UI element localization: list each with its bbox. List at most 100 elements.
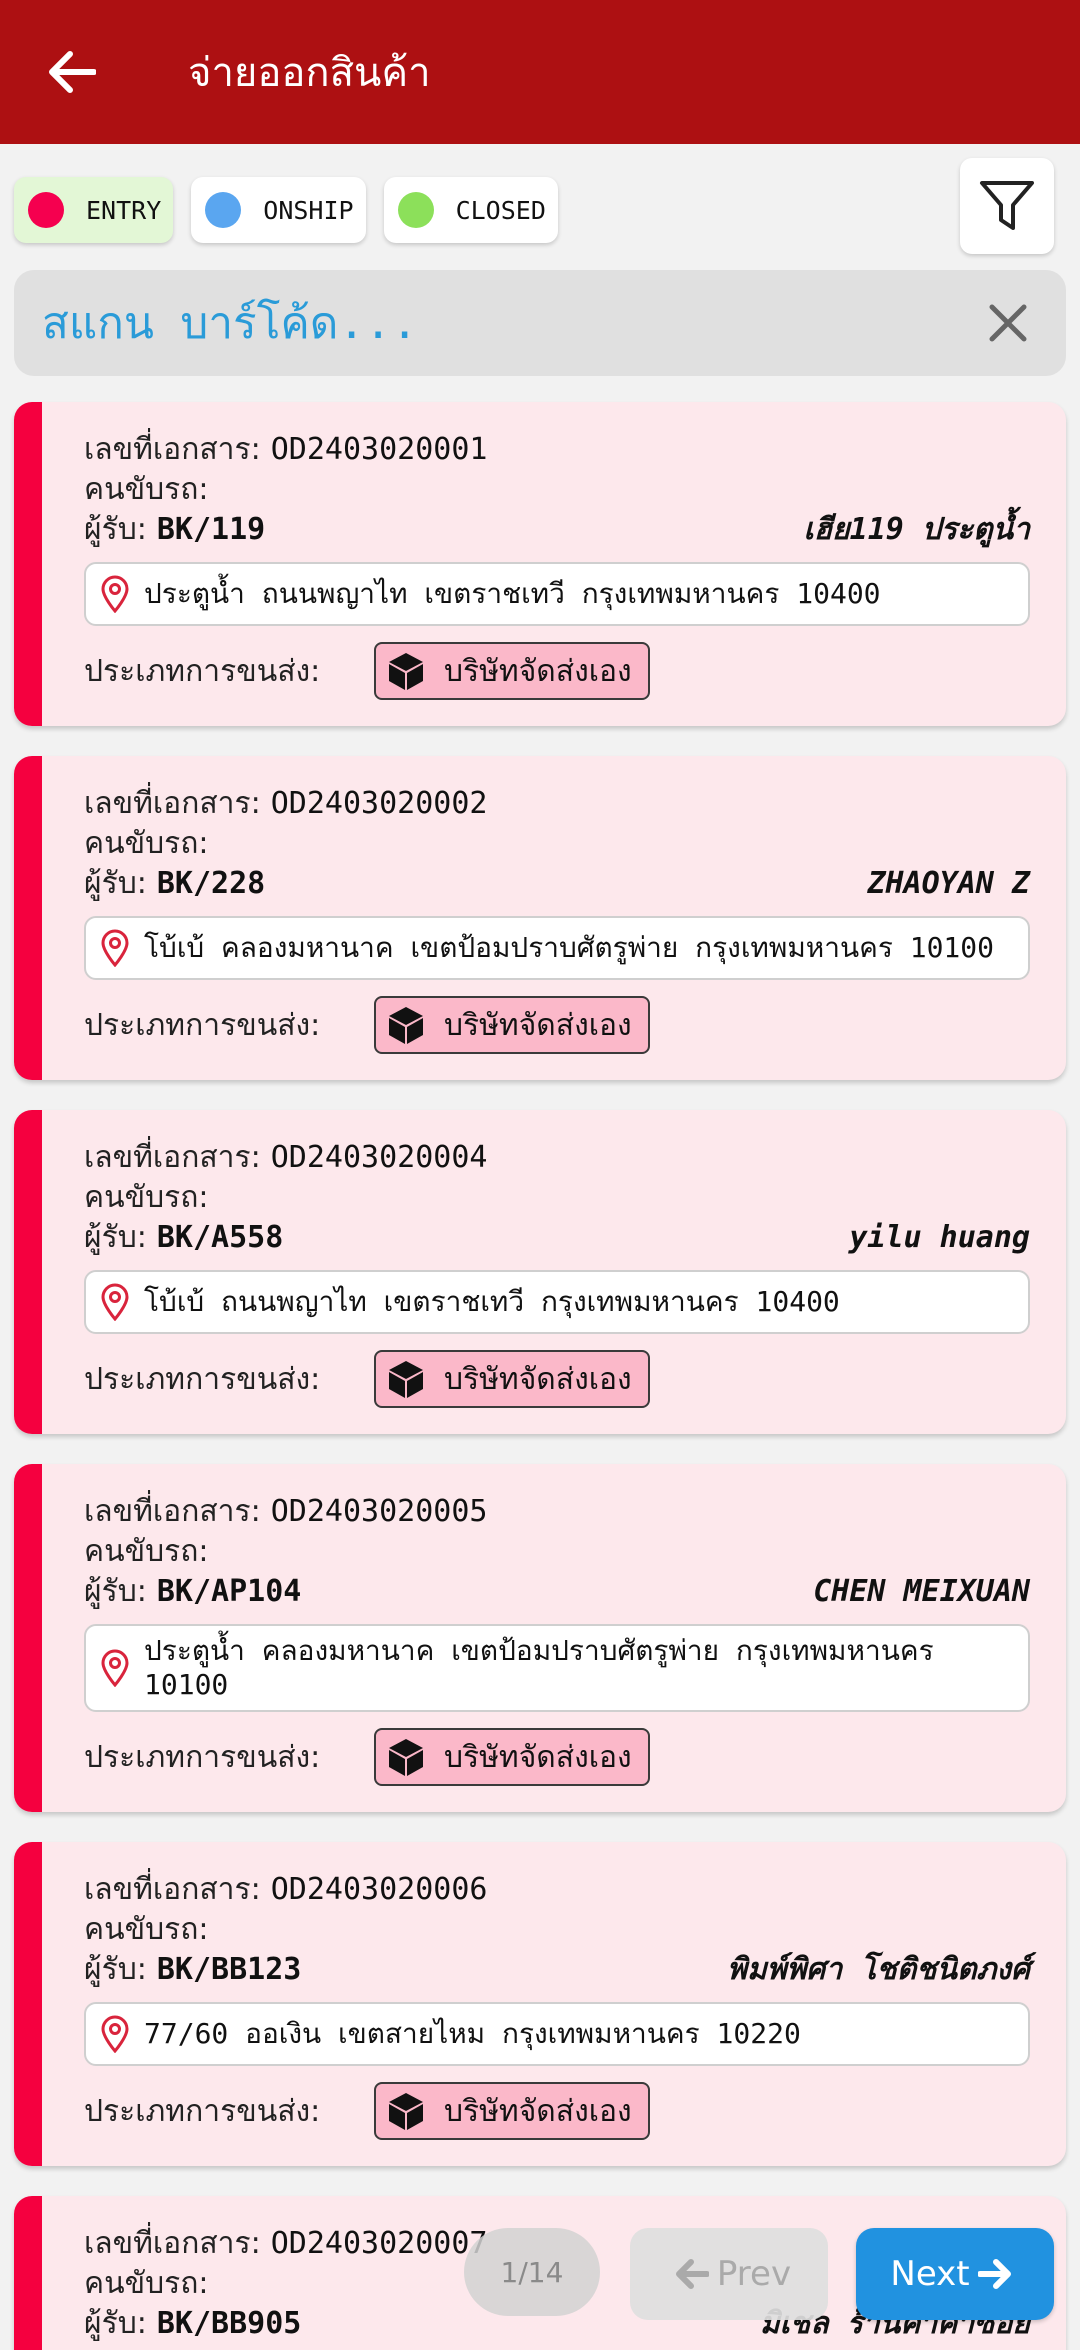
filter-chip-onship[interactable]: ONSHIP xyxy=(191,177,366,243)
doc-no-value: OD2403020004 xyxy=(270,1140,488,1175)
receiver-name: yilu huang xyxy=(849,1220,1030,1255)
driver-label: คนขับรถ: xyxy=(84,1180,209,1215)
ship-type-value: บริษัทจัดส่งเอง xyxy=(444,653,632,689)
driver-row: คนขับรถ: xyxy=(84,824,1030,864)
receiver-name: เฮีย119 ประตูน้ำ xyxy=(803,512,1031,547)
address-text: ประตูน้ำ คลองมหานาค เขตป้อมปราบศัตรูพ่าย… xyxy=(144,1634,934,1701)
back-button[interactable] xyxy=(36,36,108,108)
receiver-label: ผู้รับ: xyxy=(84,1952,147,1987)
driver-label: คนขับรถ: xyxy=(84,826,209,861)
receiver-row: ผู้รับ: BK/119 เฮีย119 ประตูน้ำ xyxy=(84,510,1030,550)
receiver-code: BK/BB123 xyxy=(156,1952,302,1987)
driver-row: คนขับรถ: xyxy=(84,1910,1030,1950)
receiver-name: CHEN MEIXUAN xyxy=(813,1574,1030,1609)
order-card[interactable]: เลขที่เอกสาร: OD2403020005 คนขับรถ: ผู้ร… xyxy=(14,1464,1066,1812)
funnel-icon xyxy=(980,181,1034,230)
doc-no-label: เลขที่เอกสาร: xyxy=(84,1140,261,1175)
receiver-code: BK/119 xyxy=(156,512,266,547)
chip-label: ENTRY xyxy=(86,195,162,225)
address-text: โบ้เบ้ คลองมหานาค เขตป้อมปราบศัตรูพ่าย ก… xyxy=(144,931,995,964)
address-text: 77/60 ออเงิน เขตสายไหม กรุงเทพมหานคร 102… xyxy=(144,2017,801,2050)
barcode-search xyxy=(14,270,1066,376)
doc-no-row: เลขที่เอกสาร: OD2403020005 xyxy=(84,1492,1030,1532)
order-list: เลขที่เอกสาร: OD2403020001 คนขับรถ: ผู้ร… xyxy=(14,402,1066,2350)
ship-type-value: บริษัทจัดส่งเอง xyxy=(444,1361,632,1397)
driver-label: คนขับรถ: xyxy=(84,472,209,507)
ship-type-badge: บริษัทจัดส่งเอง xyxy=(374,1350,650,1408)
doc-no-label: เลขที่เอกสาร: xyxy=(84,432,261,467)
filter-chip-entry[interactable]: ENTRY xyxy=(14,177,174,243)
doc-no-value: OD2403020002 xyxy=(270,786,488,821)
ship-type-value: บริษัทจัดส่งเอง xyxy=(444,1007,632,1043)
next-label: Next xyxy=(890,2254,970,2294)
receiver-row: ผู้รับ: BK/BB123 พิมพ์พิศา โชติชนิตภงศ์ xyxy=(84,1950,1030,1990)
status-filter-bar: ENTRY ONSHIP CLOSED xyxy=(14,158,1066,262)
driver-label: คนขับรถ: xyxy=(84,1534,209,1569)
receiver-row: ผู้รับ: BK/A558 yilu huang xyxy=(84,1218,1030,1258)
chip-label: CLOSED xyxy=(455,195,546,225)
receiver-name: พิมพ์พิศา โชติชนิตภงศ์ xyxy=(727,1952,1030,1987)
ship-type-badge: บริษัทจัดส่งเอง xyxy=(374,996,650,1054)
doc-no-value: OD2403020005 xyxy=(270,1494,488,1529)
ship-type-row: ประเภทการขนส่ง: บริษัทจัดส่งเอง xyxy=(84,996,1030,1054)
status-dot-icon xyxy=(205,192,242,228)
receiver-label: ผู้รับ: xyxy=(84,1574,147,1609)
driver-row: คนขับรถ: xyxy=(84,1532,1030,1572)
order-card[interactable]: เลขที่เอกสาร: OD2403020001 คนขับรถ: ผู้ร… xyxy=(14,402,1066,726)
clear-search-button[interactable] xyxy=(978,293,1038,353)
doc-no-value: OD2403020001 xyxy=(270,432,488,467)
pagination-bar: 1/14 Prev Next xyxy=(0,2226,1080,2326)
filter-chip-closed[interactable]: CLOSED xyxy=(383,177,558,243)
prev-page-button[interactable]: Prev xyxy=(630,2228,828,2320)
ship-type-label: ประเภทการขนส่ง: xyxy=(84,1007,321,1043)
package-icon xyxy=(386,651,426,691)
map-pin-icon xyxy=(100,1283,136,1321)
package-icon xyxy=(386,1005,426,1045)
ship-type-row: ประเภทการขนส่ง: บริษัทจัดส่งเอง xyxy=(84,642,1030,700)
next-page-button[interactable]: Next xyxy=(856,2228,1054,2320)
filter-button[interactable] xyxy=(960,158,1054,254)
doc-no-row: เลขที่เอกสาร: OD2403020006 xyxy=(84,1870,1030,1910)
receiver-row: ผู้รับ: BK/228 ZHAOYAN Z xyxy=(84,864,1030,904)
ship-type-badge: บริษัทจัดส่งเอง xyxy=(374,642,650,700)
package-icon xyxy=(386,2091,426,2131)
status-dot-icon xyxy=(28,192,64,228)
order-card[interactable]: เลขที่เอกสาร: OD2403020006 คนขับรถ: ผู้ร… xyxy=(14,1842,1066,2166)
ship-type-row: ประเภทการขนส่ง: บริษัทจัดส่งเอง xyxy=(84,1728,1030,1786)
address-text: ประตูน้ำ ถนนพญาไท เขตราชเทวี กรุงเทพมหาน… xyxy=(144,577,881,610)
doc-no-value: OD2403020006 xyxy=(270,1872,488,1907)
driver-row: คนขับรถ: xyxy=(84,470,1030,510)
ship-type-row: ประเภทการขนส่ง: บริษัทจัดส่งเอง xyxy=(84,2082,1030,2140)
arrow-right-icon xyxy=(977,2259,1011,2289)
receiver-code: BK/A558 xyxy=(156,1220,284,1255)
address-box: โบ้เบ้ ถนนพญาไท เขตราชเทวี กรุงเทพมหานคร… xyxy=(84,1270,1030,1334)
doc-no-row: เลขที่เอกสาร: OD2403020004 xyxy=(84,1138,1030,1178)
map-pin-icon xyxy=(100,929,136,967)
ship-type-label: ประเภทการขนส่ง: xyxy=(84,2093,321,2129)
ship-type-label: ประเภทการขนส่ง: xyxy=(84,1361,321,1397)
address-box: ประตูน้ำ ถนนพญาไท เขตราชเทวี กรุงเทพมหาน… xyxy=(84,562,1030,626)
ship-type-badge: บริษัทจัดส่งเอง xyxy=(374,1728,650,1786)
arrow-left-icon xyxy=(675,2259,709,2289)
close-icon xyxy=(989,304,1027,342)
map-pin-icon xyxy=(100,575,136,613)
order-card[interactable]: เลขที่เอกสาร: OD2403020004 คนขับรถ: ผู้ร… xyxy=(14,1110,1066,1434)
doc-no-row: เลขที่เอกสาร: OD2403020001 xyxy=(84,430,1030,470)
doc-no-label: เลขที่เอกสาร: xyxy=(84,1494,261,1529)
driver-label: คนขับรถ: xyxy=(84,1912,209,1947)
ship-type-badge: บริษัทจัดส่งเอง xyxy=(374,2082,650,2140)
doc-no-label: เลขที่เอกสาร: xyxy=(84,786,261,821)
address-box: โบ้เบ้ คลองมหานาค เขตป้อมปราบศัตรูพ่าย ก… xyxy=(84,916,1030,980)
receiver-label: ผู้รับ: xyxy=(84,866,147,901)
ship-type-value: บริษัทจัดส่งเอง xyxy=(444,2093,632,2129)
map-pin-icon xyxy=(100,1649,136,1687)
chip-label: ONSHIP xyxy=(263,195,354,225)
map-pin-icon xyxy=(100,2015,136,2053)
order-card[interactable]: เลขที่เอกสาร: OD2403020002 คนขับรถ: ผู้ร… xyxy=(14,756,1066,1080)
address-text: โบ้เบ้ ถนนพญาไท เขตราชเทวี กรุงเทพมหานคร… xyxy=(144,1285,840,1318)
barcode-search-input[interactable] xyxy=(42,297,978,349)
receiver-code: BK/AP104 xyxy=(156,1574,302,1609)
receiver-label: ผู้รับ: xyxy=(84,1220,147,1255)
driver-row: คนขับรถ: xyxy=(84,1178,1030,1218)
receiver-name: ZHAOYAN Z xyxy=(867,866,1030,901)
